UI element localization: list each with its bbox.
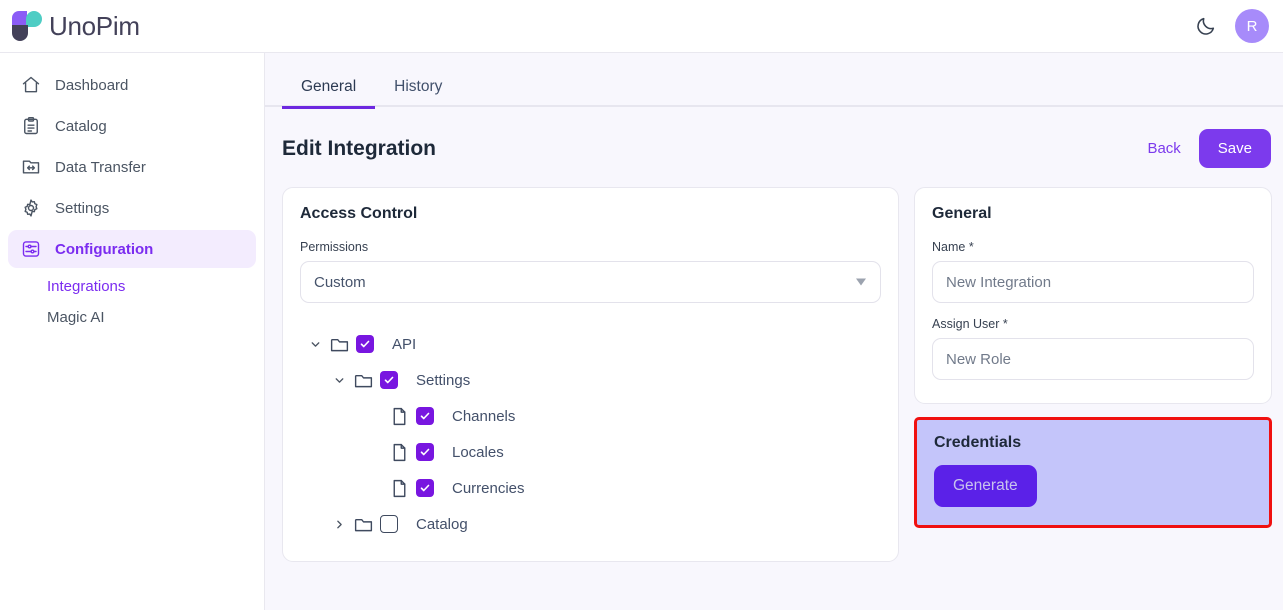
sidebar-item-settings[interactable]: Settings bbox=[8, 189, 256, 227]
moon-icon[interactable] bbox=[1193, 13, 1219, 39]
tree-node-label: Settings bbox=[416, 372, 470, 389]
sidebar-subitem-label: Integrations bbox=[47, 278, 125, 295]
tree-checkbox[interactable] bbox=[416, 407, 434, 425]
permissions-label: Permissions bbox=[300, 240, 881, 254]
main-content: General History Edit Integration Back Sa… bbox=[265, 53, 1283, 610]
left-column: Access Control Permissions Custom bbox=[282, 187, 899, 562]
assign-user-input[interactable]: New Role bbox=[932, 338, 1254, 380]
avatar[interactable]: R bbox=[1235, 9, 1269, 43]
avatar-initial: R bbox=[1247, 18, 1258, 35]
save-button[interactable]: Save bbox=[1199, 129, 1271, 168]
generate-button[interactable]: Generate bbox=[934, 465, 1037, 507]
tree-row[interactable]: API bbox=[300, 326, 881, 362]
chevron-down-icon[interactable] bbox=[304, 338, 326, 351]
general-title: General bbox=[932, 205, 1254, 223]
sidebar: Dashboard Catalog bbox=[0, 53, 265, 610]
clipboard-list-icon bbox=[20, 116, 41, 137]
back-button[interactable]: Back bbox=[1145, 136, 1182, 161]
name-field-group: Name * New Integration bbox=[932, 240, 1254, 303]
tree-node-label: API bbox=[392, 336, 416, 353]
tree-row[interactable]: Currencies bbox=[300, 470, 881, 506]
folder-transfer-icon bbox=[20, 157, 41, 178]
tree-row[interactable]: Locales bbox=[300, 434, 881, 470]
sidebar-subitem-magic-ai[interactable]: Magic AI bbox=[0, 302, 264, 333]
sidebar-item-catalog[interactable]: Catalog bbox=[8, 107, 256, 145]
caret-down-icon bbox=[856, 279, 866, 286]
folder-icon bbox=[350, 370, 376, 391]
tree-node-label: Locales bbox=[452, 444, 504, 461]
file-icon bbox=[386, 478, 412, 499]
tree-checkbox[interactable] bbox=[416, 479, 434, 497]
permissions-select[interactable]: Custom bbox=[300, 261, 881, 303]
name-input[interactable]: New Integration bbox=[932, 261, 1254, 303]
page-header: Edit Integration Back Save bbox=[265, 107, 1283, 168]
top-bar: UnoPim R bbox=[0, 0, 1283, 53]
tab-bar: General History bbox=[265, 53, 1283, 107]
tab-history[interactable]: History bbox=[375, 78, 461, 107]
tree-checkbox[interactable] bbox=[380, 371, 398, 389]
sidebar-item-label: Catalog bbox=[55, 118, 107, 135]
unopim-logo-icon bbox=[12, 11, 42, 41]
sidebar-item-label: Dashboard bbox=[55, 77, 128, 94]
tree-checkbox[interactable] bbox=[356, 335, 374, 353]
sidebar-item-label: Configuration bbox=[55, 241, 153, 258]
sidebar-item-dashboard[interactable]: Dashboard bbox=[8, 66, 256, 104]
assign-user-field-group: Assign User * New Role bbox=[932, 317, 1254, 380]
app-body: Dashboard Catalog bbox=[0, 53, 1283, 610]
sidebar-item-configuration[interactable]: Configuration bbox=[8, 230, 256, 268]
tree-node-label: Channels bbox=[452, 408, 515, 425]
tree-row[interactable]: Settings bbox=[300, 362, 881, 398]
tree-row[interactable]: Catalog bbox=[300, 506, 881, 542]
page-title: Edit Integration bbox=[282, 137, 436, 161]
gear-icon bbox=[20, 198, 41, 219]
top-bar-actions: R bbox=[1193, 9, 1269, 43]
credentials-title: Credentials bbox=[934, 434, 1253, 452]
assign-user-input-placeholder: New Role bbox=[946, 351, 1011, 368]
folder-icon bbox=[350, 514, 376, 535]
sidebar-subitem-label: Magic AI bbox=[47, 309, 105, 326]
permissions-tree: API bbox=[300, 326, 881, 542]
file-icon bbox=[386, 442, 412, 463]
tree-node-label: Catalog bbox=[416, 516, 468, 533]
right-column: General Name * New Integration Assign Us… bbox=[914, 187, 1272, 528]
page-header-actions: Back Save bbox=[1145, 129, 1271, 168]
folder-icon bbox=[326, 334, 352, 355]
tab-general[interactable]: General bbox=[282, 78, 375, 107]
file-icon bbox=[386, 406, 412, 427]
credentials-card: Credentials Generate bbox=[914, 417, 1272, 528]
app-root: UnoPim R Dashboard bbox=[0, 0, 1283, 610]
access-control-title: Access Control bbox=[300, 205, 881, 223]
tree-checkbox[interactable] bbox=[416, 443, 434, 461]
tree-row[interactable]: Channels bbox=[300, 398, 881, 434]
permissions-value: Custom bbox=[314, 274, 366, 291]
access-control-card: Access Control Permissions Custom bbox=[282, 187, 899, 562]
name-input-placeholder: New Integration bbox=[946, 274, 1051, 291]
assign-user-label: Assign User * bbox=[932, 317, 1254, 331]
sidebar-item-data-transfer[interactable]: Data Transfer bbox=[8, 148, 256, 186]
name-label: Name * bbox=[932, 240, 1254, 254]
general-card: General Name * New Integration Assign Us… bbox=[914, 187, 1272, 404]
tab-label: History bbox=[394, 78, 442, 95]
sliders-icon bbox=[20, 239, 41, 260]
chevron-down-icon[interactable] bbox=[328, 374, 350, 387]
sidebar-subitem-integrations[interactable]: Integrations bbox=[0, 271, 264, 302]
content-columns: Access Control Permissions Custom bbox=[265, 168, 1283, 562]
sidebar-item-label: Settings bbox=[55, 200, 109, 217]
tree-checkbox[interactable] bbox=[380, 515, 398, 533]
brand-logo[interactable]: UnoPim bbox=[12, 11, 140, 42]
tree-node-label: Currencies bbox=[452, 480, 525, 497]
brand-name: UnoPim bbox=[49, 11, 140, 42]
chevron-right-icon[interactable] bbox=[328, 518, 350, 531]
tab-label: General bbox=[301, 78, 356, 95]
home-icon bbox=[20, 75, 41, 96]
sidebar-item-label: Data Transfer bbox=[55, 159, 146, 176]
